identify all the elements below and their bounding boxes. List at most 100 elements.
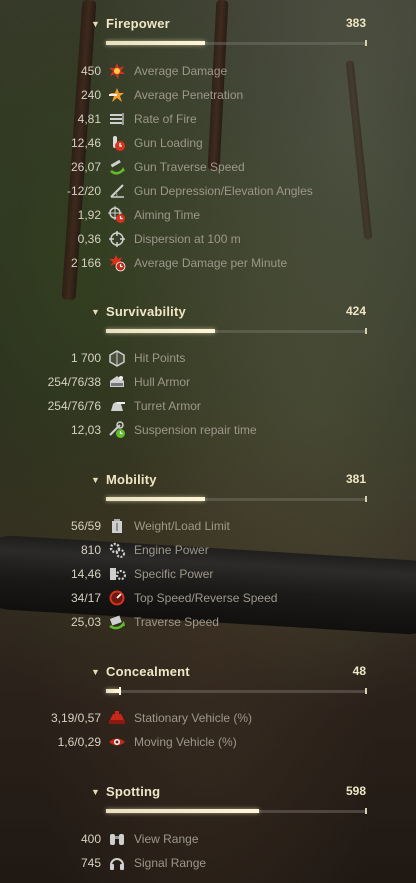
stat-row: 14,46 Specific Power	[0, 564, 416, 586]
section-concealment-header[interactable]: ▼ Concealment 48	[0, 664, 416, 684]
section-score: 424	[345, 304, 366, 318]
stat-value: 254/76/38	[47, 375, 101, 389]
explosion-icon	[108, 62, 126, 80]
stat-label: Weight/Load Limit	[134, 519, 230, 533]
section-progress-bar	[106, 687, 367, 695]
progress-end-cap	[365, 40, 367, 46]
stat-row: 26,07 Gun Traverse Speed	[0, 157, 416, 179]
stat-label: Moving Vehicle (%)	[134, 735, 237, 749]
stat-value: 450	[80, 64, 101, 78]
weight-icon	[108, 517, 126, 535]
stat-label: Gun Traverse Speed	[134, 160, 245, 174]
stat-row: 12,46 Gun Loading	[0, 133, 416, 155]
hull-traverse-icon	[108, 613, 126, 631]
progress-end-cap	[365, 688, 367, 694]
section-spotting-header[interactable]: ▼ Spotting 598	[0, 784, 416, 804]
progress-end-cap	[365, 328, 367, 334]
stat-label: Stationary Vehicle (%)	[134, 711, 253, 725]
chevron-down-icon: ▼	[91, 667, 100, 677]
stat-row: 34/17 Top Speed/Reverse Speed	[0, 588, 416, 610]
radio-icon	[108, 854, 126, 872]
stat-value: 56/59	[70, 519, 101, 533]
section-progress-bar	[106, 808, 367, 814]
stat-label: Aiming Time	[134, 208, 201, 222]
stat-value: 1,92	[77, 208, 101, 222]
stat-value: 0,36	[77, 232, 101, 246]
progress-end-cap	[365, 808, 367, 814]
stat-label: Gun Loading	[134, 136, 203, 150]
hit-points-icon	[108, 349, 126, 367]
section-score: 598	[345, 784, 366, 798]
stat-value: 12,03	[70, 423, 101, 437]
progress-end-cap	[365, 496, 367, 502]
chevron-down-icon: ▼	[91, 475, 100, 485]
vehicle-parameters-panel: ▼ Firepower 383 450 Average Damage 240 A…	[0, 0, 416, 883]
stat-value: 3,19/0,57	[50, 711, 101, 725]
stat-label: Average Penetration	[134, 88, 244, 102]
progress-fill	[106, 329, 216, 333]
stat-row: 3,19/0,57 Stationary Vehicle (%)	[0, 708, 416, 730]
stat-row: 0,36 Dispersion at 100 m	[0, 229, 416, 251]
section-progress-bar	[106, 40, 367, 46]
stat-value: 400	[80, 832, 101, 846]
progress-fill	[106, 41, 205, 45]
stat-value: 1 700	[70, 351, 101, 365]
stat-label: Engine Power	[134, 543, 209, 557]
stat-label: Suspension repair time	[134, 423, 257, 437]
section-progress-bar	[106, 328, 367, 334]
gun-traverse-icon	[108, 158, 126, 176]
section-title: Survivability	[106, 304, 186, 319]
stationary-camo-icon	[108, 709, 126, 727]
section-score: 383	[345, 16, 366, 30]
section-title: Mobility	[106, 472, 157, 487]
engine-icon	[108, 541, 126, 559]
stat-label: Average Damage	[134, 64, 228, 78]
progress-fill	[106, 689, 119, 693]
stat-row: 4,81 Rate of Fire	[0, 109, 416, 131]
speedometer-icon	[108, 589, 126, 607]
stat-row: 240 Average Penetration	[0, 85, 416, 107]
stat-label: Hit Points	[134, 351, 186, 365]
section-score: 48	[352, 664, 366, 678]
stat-row: 56/59 Weight/Load Limit	[0, 516, 416, 538]
stat-value: 745	[80, 856, 101, 870]
stat-row: 450 Average Damage	[0, 61, 416, 83]
stat-row: 810 Engine Power	[0, 540, 416, 562]
stat-label: View Range	[134, 832, 199, 846]
progress-fill	[106, 497, 205, 501]
damage-per-minute-icon	[108, 254, 126, 272]
stat-label: Specific Power	[134, 567, 214, 581]
stat-value: 2 166	[70, 256, 101, 270]
stat-label: Rate of Fire	[134, 112, 197, 126]
suspension-repair-icon	[108, 421, 126, 439]
section-title: Firepower	[106, 16, 170, 31]
specific-power-icon	[108, 565, 126, 583]
stat-label: Turret Armor	[134, 399, 201, 413]
stat-row: 400 View Range	[0, 829, 416, 851]
stat-value: 26,07	[70, 160, 101, 174]
stat-value: 25,03	[70, 615, 101, 629]
stat-label: Signal Range	[134, 856, 207, 870]
turret-armor-icon	[108, 397, 126, 415]
stat-value: 12,46	[70, 136, 101, 150]
aiming-time-icon	[108, 206, 126, 224]
stat-value: 4,81	[77, 112, 101, 126]
stat-value: 1,6/0,29	[57, 735, 101, 749]
section-survivability-header[interactable]: ▼ Survivability 424	[0, 304, 416, 324]
stat-value: 254/76/76	[47, 399, 101, 413]
crosshair-icon	[108, 230, 126, 248]
stat-row: -12/20 Gun Depression/Elevation Angles	[0, 181, 416, 203]
section-title: Concealment	[106, 664, 190, 679]
hull-armor-icon	[108, 373, 126, 391]
stat-row: 1,6/0,29 Moving Vehicle (%)	[0, 732, 416, 754]
rate-of-fire-icon	[108, 110, 126, 128]
stat-value: 14,46	[70, 567, 101, 581]
moving-camo-icon	[108, 733, 126, 751]
section-mobility-header[interactable]: ▼ Mobility 381	[0, 472, 416, 492]
section-firepower-header[interactable]: ▼ Firepower 383	[0, 16, 416, 36]
stat-label: Top Speed/Reverse Speed	[134, 591, 278, 605]
stat-label: Gun Depression/Elevation Angles	[134, 184, 313, 198]
shell-loading-icon	[108, 134, 126, 152]
section-score: 381	[345, 472, 366, 486]
stat-row: 254/76/38 Hull Armor	[0, 372, 416, 394]
